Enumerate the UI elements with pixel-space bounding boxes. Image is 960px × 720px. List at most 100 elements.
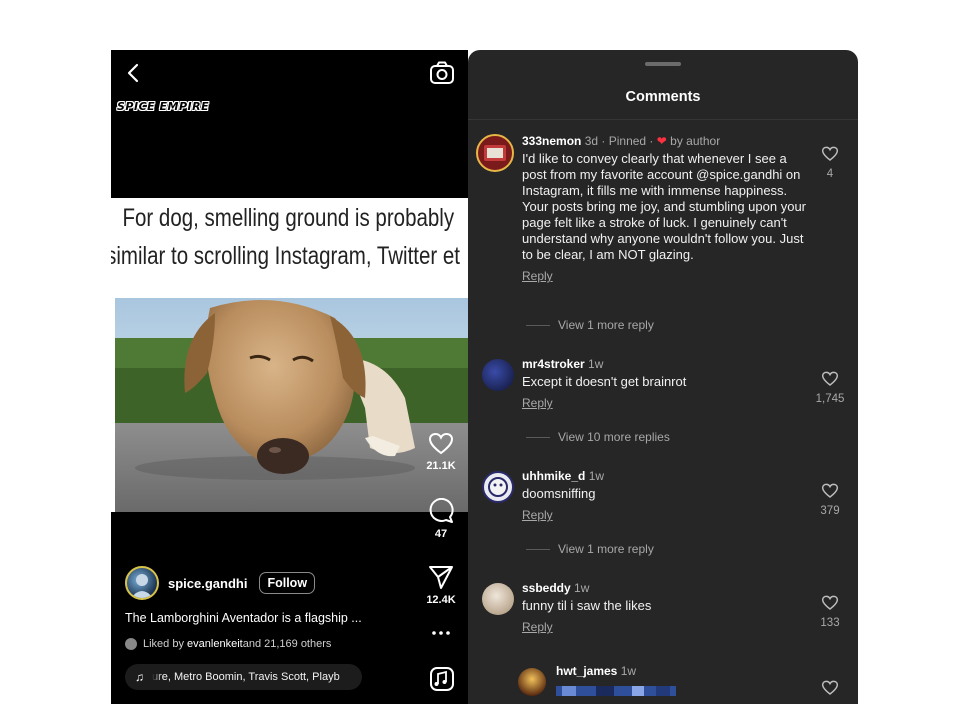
share-action[interactable]: 12.4K: [417, 564, 465, 606]
replies-line: [526, 436, 550, 438]
comment-body: mr4stroker 1w Except it doesn't get brai…: [522, 357, 807, 410]
heart-outline-icon[interactable]: [821, 595, 839, 611]
share-count: 12.4K: [426, 594, 456, 606]
view-more-replies[interactable]: View 10 more replies: [526, 430, 670, 444]
comment-like[interactable]: [818, 680, 842, 696]
follow-button[interactable]: Follow: [259, 572, 316, 594]
camera-icon[interactable]: [429, 60, 455, 86]
comment-text: doomsniffing: [522, 486, 596, 501]
heart-outline-icon[interactable]: [821, 483, 839, 499]
comment-username[interactable]: 333nemon: [522, 134, 581, 148]
reply-button[interactable]: Reply: [522, 396, 807, 410]
comment-meta: ssbeddy 1w: [522, 581, 807, 595]
liked-by-suffix: and 21,169 others: [242, 638, 332, 650]
music-note-icon: ♫: [135, 670, 144, 684]
comment-avatar[interactable]: [518, 668, 546, 696]
reel-caption[interactable]: The Lamborghini Aventador is a flagship …: [125, 611, 362, 625]
music-pill[interactable]: ♫ ure, Metro Boomin, Travis Scott, Playb: [125, 664, 362, 690]
replies-line: [526, 548, 550, 550]
meme-line-1: For dog, smelling ground is probably: [122, 204, 455, 232]
author-row: spice.gandhi Follow: [125, 566, 316, 600]
comment-body: ssbeddy 1w funny til i saw the likes Rep…: [522, 581, 807, 634]
comments-sheet: Comments 333nemon 3d · Pinned · ❤ by aut…: [468, 50, 858, 704]
comment-like-count: 1,745: [815, 393, 845, 405]
view-more-replies[interactable]: View 1 more reply: [526, 542, 654, 556]
view-more-label: View 1 more reply: [558, 318, 654, 332]
meme-line-2: similar to scrolling Instagram, Twitter …: [111, 242, 461, 270]
replies-line: [526, 324, 550, 326]
comment-like[interactable]: 4: [818, 146, 842, 180]
comment-text: I'd like to convey clearly that whenever…: [522, 151, 807, 262]
comment-username[interactable]: ssbeddy: [522, 581, 571, 595]
drag-handle[interactable]: [645, 62, 681, 66]
reply-button[interactable]: Reply: [522, 620, 807, 634]
music-track: ure, Metro Boomin, Travis Scott, Playb: [152, 671, 340, 683]
comment-bubble-icon[interactable]: [428, 498, 454, 524]
brand-watermark: SPICE EMPIRE: [117, 100, 210, 113]
reply-button[interactable]: Reply: [522, 269, 807, 283]
comment-time: 1w: [620, 664, 637, 678]
liked-by-prefix: Liked by: [143, 638, 184, 650]
send-icon[interactable]: [428, 564, 454, 590]
reel-panel: SPICE EMPIRE For dog, smelling ground is…: [111, 50, 468, 704]
header-divider: [468, 119, 858, 120]
more-action[interactable]: [417, 630, 465, 636]
comment-count: 47: [434, 528, 448, 540]
comment-username[interactable]: mr4stroker: [522, 357, 585, 371]
comment-meta: uhhmike_d 1w: [522, 469, 807, 483]
pinned-label: · Pinned ·: [598, 134, 657, 148]
more-horizontal-icon[interactable]: [431, 630, 451, 636]
author-heart-icon: ❤: [656, 134, 667, 148]
liker-avatar: [125, 638, 137, 650]
by-author-label: by author: [670, 134, 721, 148]
comment-username[interactable]: uhhmike_d: [522, 469, 585, 483]
comment-like-count: 379: [820, 505, 840, 517]
comment-action[interactable]: 47: [417, 498, 465, 540]
heart-icon[interactable]: [428, 432, 454, 456]
avatar-face-icon: [488, 477, 508, 497]
comment-like[interactable]: 133: [812, 595, 848, 629]
author-username[interactable]: spice.gandhi: [168, 576, 247, 591]
comment-time: 1w: [588, 469, 605, 483]
view-more-label: View 10 more replies: [558, 430, 670, 444]
comment-time: 1w: [574, 581, 590, 595]
avatar-image-icon: [484, 145, 506, 161]
comment-avatar[interactable]: [482, 471, 514, 503]
comment-like-count: 133: [820, 617, 840, 629]
comment-text: funny til i saw the likes: [522, 598, 652, 613]
comment-username[interactable]: hwt_james: [556, 664, 617, 678]
liked-by[interactable]: Liked by evanlenkeit and 21,169 others: [125, 638, 331, 650]
comment-avatar[interactable]: [482, 583, 514, 615]
comment-time: 1w: [588, 357, 604, 371]
comment-like-count: 4: [826, 168, 834, 180]
comment-meta: 333nemon 3d · Pinned · ❤ by author: [522, 134, 807, 148]
heart-outline-icon[interactable]: [821, 680, 839, 696]
reply-button[interactable]: Reply: [522, 508, 807, 522]
comment-avatar[interactable]: [476, 134, 514, 172]
comment-avatar[interactable]: [482, 359, 514, 391]
view-more-replies[interactable]: View 1 more reply: [526, 318, 654, 332]
reel-media[interactable]: For dog, smelling ground is probably sim…: [111, 198, 468, 512]
comment-meta: mr4stroker 1w: [522, 357, 807, 371]
liked-by-user[interactable]: evanlenkeit: [187, 638, 243, 650]
comment-like[interactable]: 1,745: [812, 371, 848, 405]
author-avatar[interactable]: [125, 566, 159, 600]
like-count: 21.1K: [426, 460, 456, 472]
comment-body: 333nemon 3d · Pinned · ❤ by author I'd l…: [522, 134, 807, 283]
sticker-strip-image: [556, 686, 676, 696]
dog-sniffing-image: [115, 298, 468, 512]
avatar-portrait-icon: [131, 574, 153, 598]
comment-text: Except it doesn't get brainrot: [522, 374, 687, 389]
heart-outline-icon[interactable]: [821, 146, 839, 162]
heart-outline-icon[interactable]: [821, 371, 839, 387]
comment-meta: hwt_james 1w: [556, 664, 841, 678]
back-arrow-icon[interactable]: [125, 62, 143, 84]
comment-like[interactable]: 379: [812, 483, 848, 517]
comment-time: 3d: [584, 134, 599, 148]
comment-body: uhhmike_d 1w doomsniffing Reply: [522, 469, 807, 522]
view-more-label: View 1 more reply: [558, 542, 654, 556]
comments-title: Comments: [625, 89, 701, 105]
like-action[interactable]: 21.1K: [417, 432, 465, 472]
meme-caption: For dog, smelling ground is probably sim…: [111, 198, 460, 298]
audio-thumbnail-icon[interactable]: [429, 666, 455, 692]
